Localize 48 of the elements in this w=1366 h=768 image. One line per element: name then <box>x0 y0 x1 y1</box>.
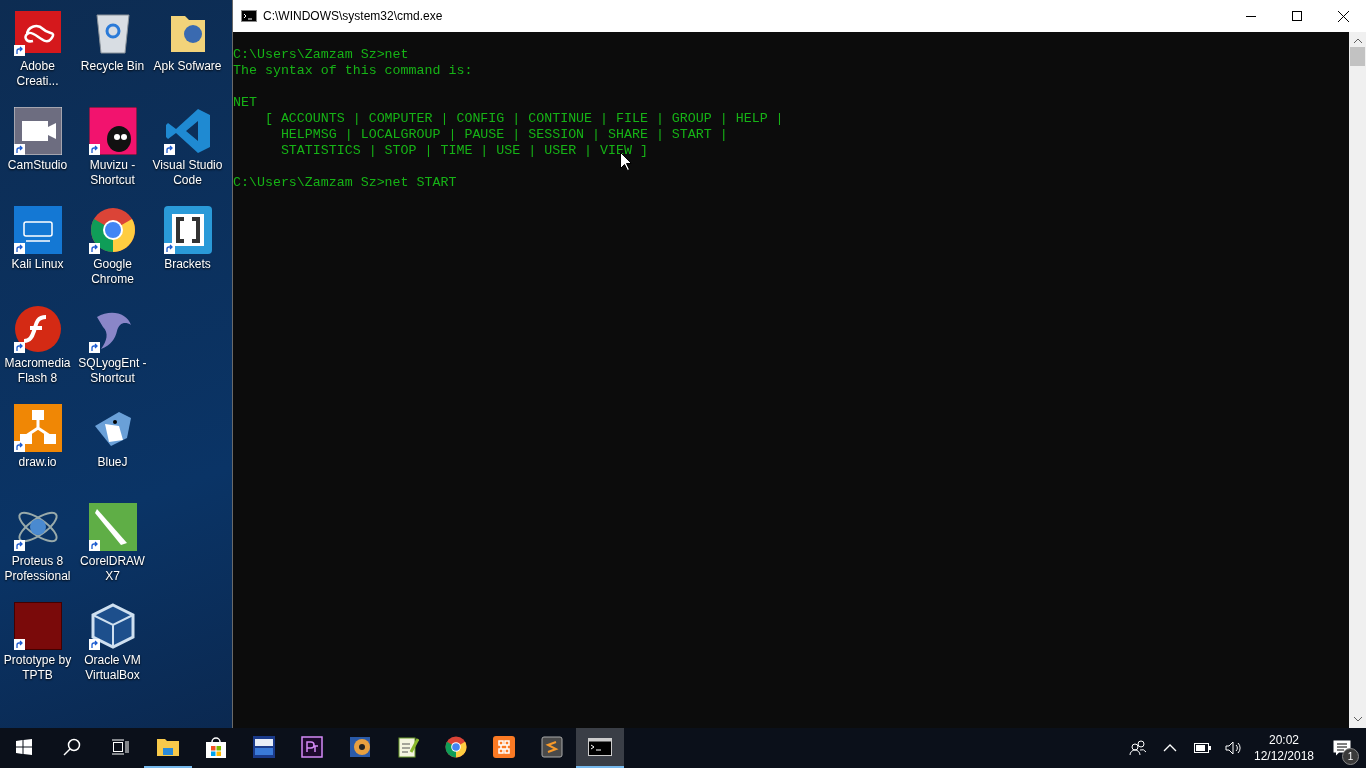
action-center-button[interactable]: 1 <box>1318 728 1366 768</box>
minimize-icon <box>1246 15 1256 17</box>
search-icon <box>63 738 81 756</box>
windows-logo-icon <box>16 739 32 755</box>
console-icon <box>588 738 612 756</box>
code-editor-icon <box>163 107 212 155</box>
cube-icon <box>90 603 135 649</box>
scrollbar-thumb[interactable] <box>1350 47 1365 66</box>
video-editor-icon <box>301 736 323 758</box>
scroll-up-icon[interactable] <box>1353 38 1362 43</box>
shopping-bag-icon <box>205 736 227 758</box>
console-line: C:\Users\Zamzam Sz>net START <box>233 175 458 191</box>
ide-logo-icon <box>253 736 275 758</box>
taskbar-button[interactable] <box>576 728 624 768</box>
console-line: C:\Users\Zamzam Sz>net <box>233 47 410 63</box>
mouse-pointer-icon <box>620 152 632 171</box>
scroll-down-icon[interactable] <box>1353 717 1362 722</box>
people-icon <box>1129 740 1147 756</box>
task-view-icon <box>111 739 129 755</box>
text-editor-icon <box>541 736 563 758</box>
console-line: The syntax of this command is: <box>233 63 474 79</box>
close-icon <box>1337 10 1349 22</box>
console-line: HELPMSG | LOCALGROUP | PAUSE | SESSION | SHARE | START | <box>279 127 729 143</box>
console-line: STATISTICS | STOP | TIME | USE | USER | VIEW ] <box>279 143 649 159</box>
console-line: [ ACCOUNTS | COMPUTER | CONFIG | CONTINUE | FILE | GROUP | HELP | <box>263 111 785 127</box>
brackets-icon <box>163 206 212 254</box>
notification-count: 1 <box>1342 748 1359 765</box>
swirl-logo-icon <box>14 11 61 53</box>
character-icon <box>88 107 137 155</box>
photo-placeholder <box>13 602 62 650</box>
clock[interactable]: 20:02 12/12/2018 <box>1250 732 1318 764</box>
browser-logo-icon <box>445 736 467 758</box>
chevron-up-icon <box>1163 744 1177 752</box>
maximize-icon <box>1292 11 1302 21</box>
folder-icon <box>157 738 179 756</box>
window-title: C:\WINDOWS\system32\cmd.exe <box>263 9 444 23</box>
server-logo-icon <box>493 736 515 758</box>
speaker-icon <box>1225 741 1243 755</box>
console-icon <box>241 10 257 22</box>
letter-f-icon <box>13 305 62 353</box>
pen-nib-icon <box>88 503 137 551</box>
battery-icon <box>1193 743 1211 753</box>
app-tile-icon <box>13 206 62 254</box>
console-line: NET <box>233 95 258 111</box>
video-camera-icon <box>13 107 62 155</box>
diagram-icon <box>13 404 62 452</box>
notepad-icon <box>397 736 419 758</box>
browser-logo-icon <box>89 207 136 253</box>
